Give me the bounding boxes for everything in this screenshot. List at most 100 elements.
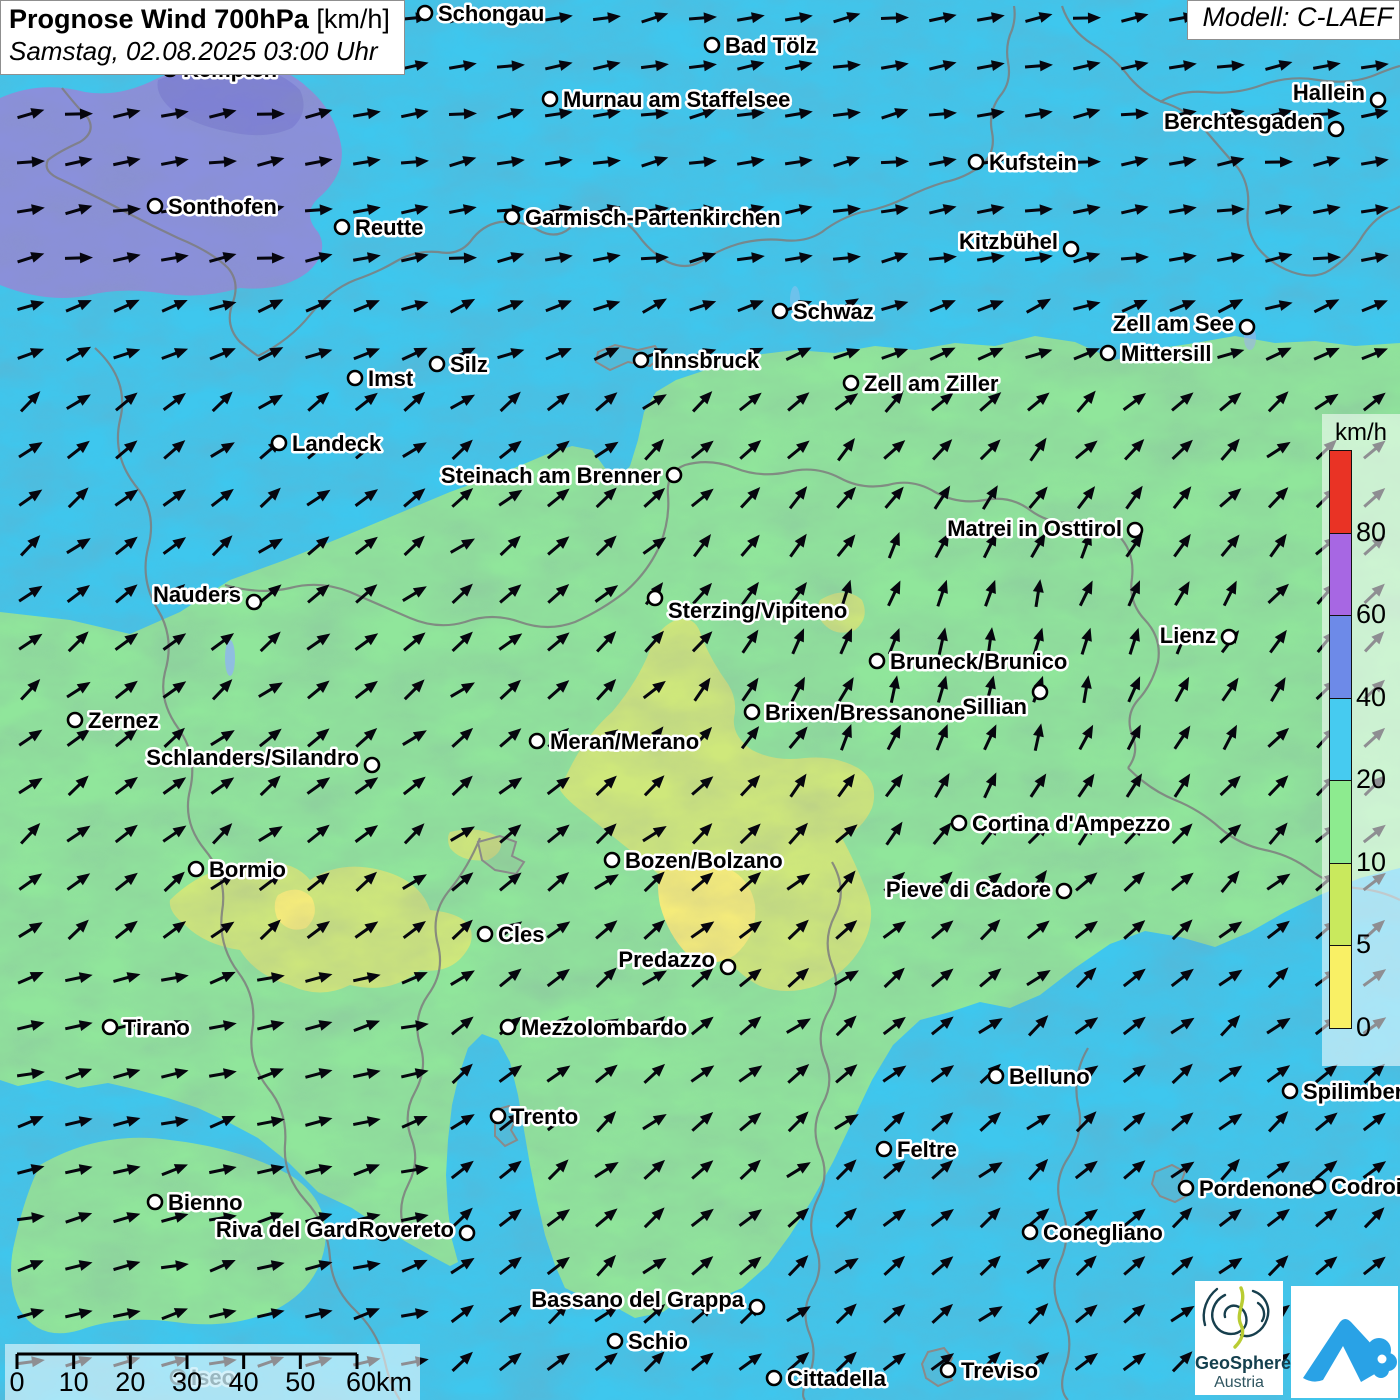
legend-tick-80: 80 (1356, 517, 1386, 548)
legend-color-40 (1329, 615, 1352, 699)
city-garmisch-partenkirchen: Garmisch-Partenkirchen (505, 205, 781, 230)
city-matrei-in-osttirol: Matrei in Osttirol (947, 516, 1142, 541)
city-label: Schio (628, 1329, 688, 1354)
model-label: Modell: C-LAEF (1187, 0, 1400, 40)
city-label: Pordenone (1199, 1176, 1314, 1201)
geosphere-name: GeoSphere (1195, 1354, 1283, 1374)
page-title: Prognose Wind 700hPa [km/h] (9, 4, 390, 35)
city-label: Schlanders/Silandro (146, 745, 359, 770)
scale-bar: 0102030405060km (5, 1344, 420, 1400)
geosphere-country: Austria (1195, 1374, 1283, 1392)
city-label: Silz (450, 352, 488, 377)
legend-tick-5: 5 (1356, 929, 1371, 960)
forecast-datetime: Samstag, 02.08.2025 03:00 Uhr (9, 36, 390, 67)
city-label: Conegliano (1043, 1220, 1163, 1245)
city-label: Meran/Merano (550, 729, 699, 754)
city-label: Lienz (1160, 623, 1216, 648)
city-label: Hallein (1293, 80, 1365, 105)
mountain-cloud-icon (1291, 1286, 1398, 1398)
city-berchtesgaden: Berchtesgaden (1164, 109, 1343, 136)
city-label: Bienno (168, 1190, 243, 1215)
scale-label: 40 (229, 1367, 259, 1397)
city-label: Kufstein (989, 150, 1077, 175)
legend: km/h 806040201050 (1322, 414, 1400, 1066)
city-label: Sonthofen (168, 194, 277, 219)
city-cortina-d-ampezzo: Cortina d'Ampezzo (952, 811, 1170, 836)
geosphere-contour-icon (1195, 1281, 1283, 1351)
legend-color-80 (1329, 450, 1352, 534)
city-label: Sterzing/Vipiteno (668, 598, 847, 623)
city-steinach-am-brenner: Steinach am Brenner (441, 463, 681, 488)
city-label: Zernez (88, 708, 159, 733)
city-label: Bozen/Bolzano (625, 848, 783, 873)
city-pieve-di-cadore: Pieve di Cadore (886, 877, 1071, 902)
city-label: Garmisch-Partenkirchen (525, 205, 781, 230)
title-unit: [km/h] (316, 4, 390, 34)
city-label: Bormio (209, 857, 286, 882)
scale-label: 0 (9, 1367, 24, 1397)
city-label: Mittersill (1121, 341, 1211, 366)
city-label: Steinach am Brenner (441, 463, 662, 488)
city-bassano-del-grappa: Bassano del Grappa (531, 1287, 764, 1314)
wind-map: SchongauBad TölzKemptenMurnau am Staffel… (0, 0, 1400, 1400)
scale-label: 20 (115, 1367, 145, 1397)
scale-label: 10 (59, 1367, 89, 1397)
city-schlanders-silandro: Schlanders/Silandro (146, 745, 379, 772)
city-label: Feltre (897, 1137, 957, 1162)
title-parameter: Prognose Wind 700hPa (9, 4, 309, 34)
legend-unit: km/h (1322, 419, 1400, 447)
city-conegliano: Conegliano (1023, 1220, 1163, 1245)
city-label: Schongau (438, 1, 544, 26)
city-label: Codroipo (1331, 1174, 1400, 1199)
city-label: Zell am See (1113, 311, 1234, 336)
legend-color-20 (1329, 698, 1352, 782)
city-pordenone: Pordenone (1179, 1176, 1314, 1201)
city-label: Reutte (355, 215, 423, 240)
city-label: Sillian (962, 694, 1027, 719)
city-label: Nauders (153, 582, 241, 607)
weather-map-page: SchongauBad TölzKemptenMurnau am Staffel… (0, 0, 1400, 1400)
legend-color-60 (1329, 533, 1352, 617)
city-label: Kitzbühel (959, 229, 1058, 254)
city-label: Cittadella (787, 1366, 887, 1391)
city-bozen-bolzano: Bozen/Bolzano (605, 848, 783, 873)
partner-logo (1291, 1286, 1398, 1398)
city-label: Murnau am Staffelsee (563, 87, 790, 112)
legend-tick-10: 10 (1356, 847, 1386, 878)
city-label: Cles (498, 922, 544, 947)
city-sonthofen: Sonthofen (148, 194, 277, 219)
city-murnau-am-staffelsee: Murnau am Staffelsee (543, 87, 790, 112)
city-label: Predazzo (618, 947, 715, 972)
title-panel: Prognose Wind 700hPa [km/h] Samstag, 02.… (0, 0, 405, 75)
city-label: Tirano (123, 1015, 190, 1040)
city-label: Schwaz (793, 299, 874, 324)
city-zell-am-ziller: Zell am Ziller (844, 371, 999, 396)
city-label: Cortina d'Ampezzo (972, 811, 1170, 836)
city-label: Treviso (961, 1358, 1038, 1383)
city-label: Bruneck/Brunico (890, 649, 1067, 674)
city-label: Matrei in Osttirol (947, 516, 1122, 541)
city-label: Riva del Garda (216, 1217, 371, 1242)
city-label: Trento (511, 1104, 578, 1129)
city-label: Brixen/Bressanone (765, 700, 966, 725)
scale-label: 30 (172, 1367, 202, 1397)
city-label: Berchtesgaden (1164, 109, 1323, 134)
city-label: Rovereto (359, 1217, 454, 1242)
city-meran-merano: Meran/Merano (530, 729, 699, 754)
city-label: Belluno (1009, 1064, 1090, 1089)
legend-bar (1329, 450, 1352, 1029)
city-label: Bad Tölz (725, 33, 817, 58)
city-label: Bassano del Grappa (531, 1287, 745, 1312)
city-brixen-bressanone: Brixen/Bressanone (745, 700, 966, 725)
legend-color-0 (1329, 945, 1352, 1029)
legend-color-10 (1329, 780, 1352, 864)
city-label: Imst (368, 366, 414, 391)
city-label: Spilimbergo (1303, 1079, 1400, 1104)
scale-label: 60km (346, 1367, 412, 1397)
city-label: Innsbruck (654, 348, 760, 373)
city-label: Mezzolombardo (521, 1015, 687, 1040)
city-zell-am-see: Zell am See (1113, 311, 1254, 336)
city-label: Landeck (292, 431, 382, 456)
legend-tick-0: 0 (1356, 1012, 1371, 1043)
city-label: Pieve di Cadore (886, 877, 1051, 902)
